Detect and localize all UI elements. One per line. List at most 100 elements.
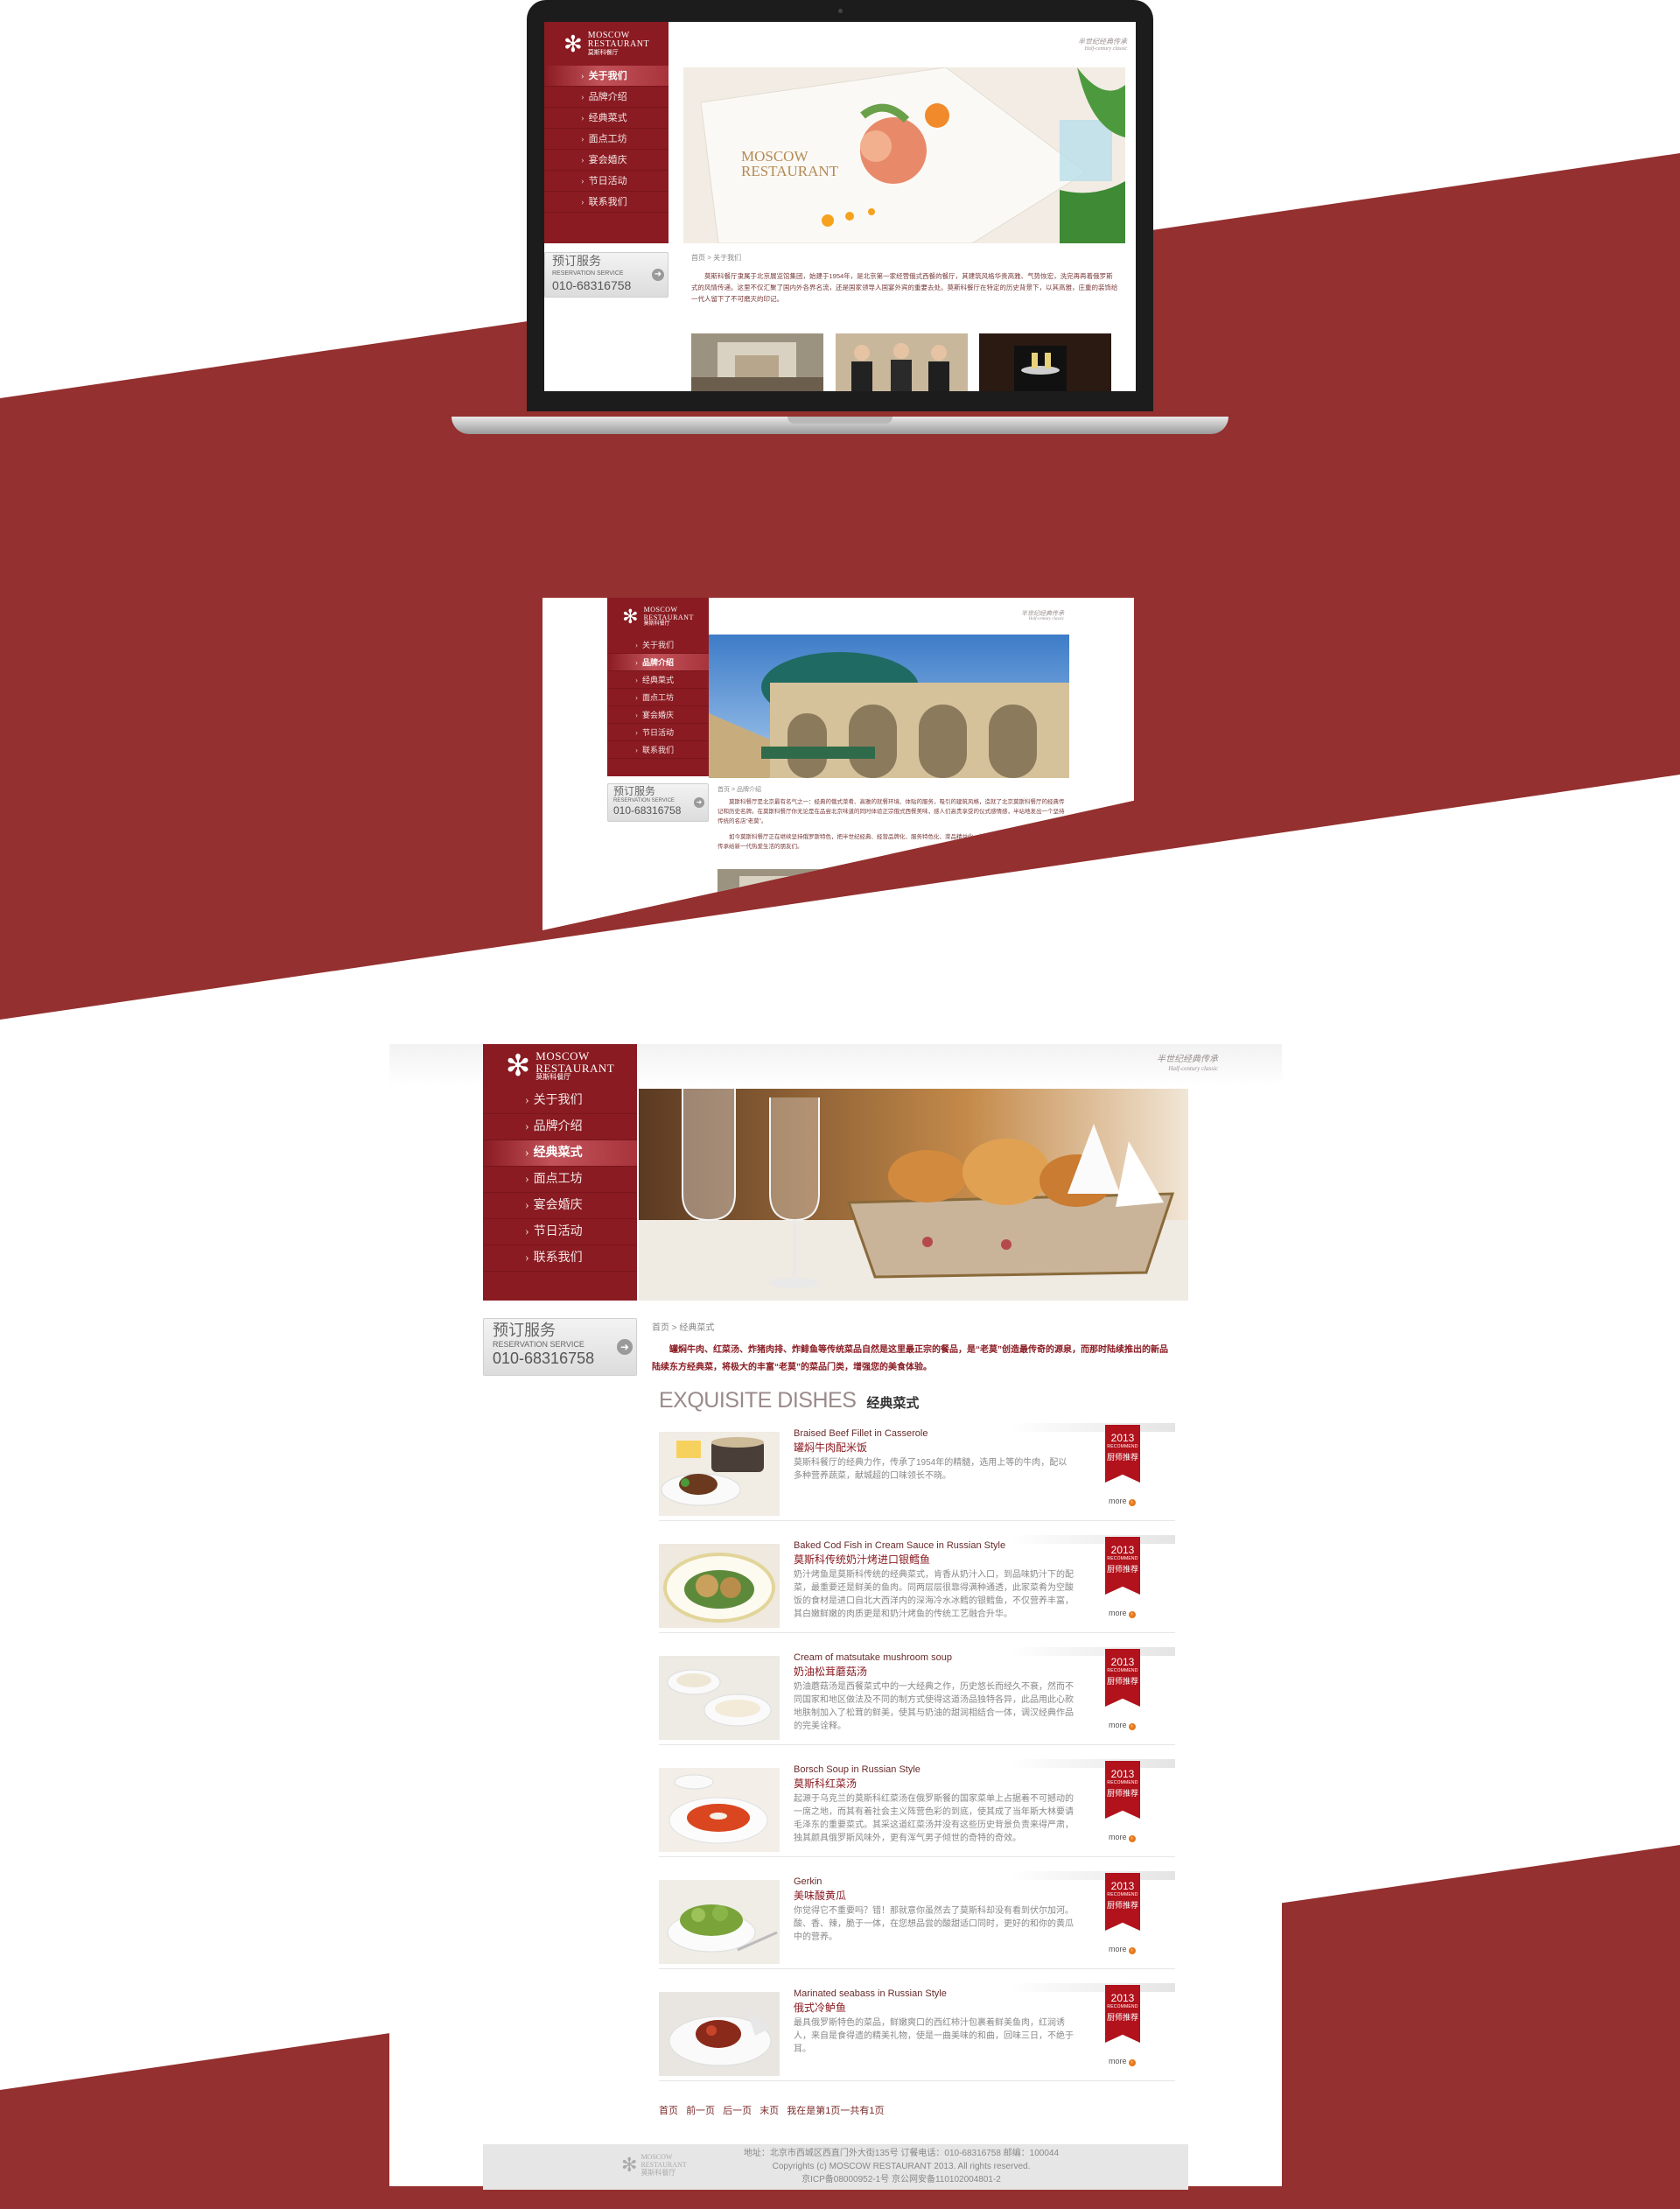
dish-item: Marinated seabass in Russian Style 俄式冷鲈鱼… [659, 1983, 1175, 2081]
nav-events[interactable]: › 节日活动 [483, 1219, 637, 1245]
dish-title-en[interactable]: Gerkin [794, 1876, 822, 1887]
dish-title-cn[interactable]: 罐焖牛肉配米饭 [794, 1440, 867, 1455]
dish-title-cn[interactable]: 奶油松茸蘑菇汤 [794, 1664, 867, 1679]
arrow-right-icon: ➜ [694, 797, 704, 808]
pager-next[interactable]: 后一页 [723, 2106, 752, 2116]
snowflake-icon: ✻ [622, 606, 639, 628]
dish-title-en[interactable]: Borsch Soup in Russian Style [794, 1764, 920, 1775]
slogan-en: Half-century classic [1084, 46, 1128, 52]
nav-contact[interactable]: › 联系我们 [483, 1245, 637, 1272]
logo[interactable]: ✻ MOSCOW RESTAURANT 莫斯科餐厅 [483, 1044, 637, 1088]
nav-brand[interactable]: › 品牌介绍 [483, 1114, 637, 1140]
nav-events[interactable]: › 节日活动 [544, 171, 668, 192]
arrow-circle-icon: › [1128, 2059, 1136, 2066]
nav-banquet[interactable]: › 宴会婚庆 [544, 150, 668, 171]
more-link[interactable]: more › [1109, 1945, 1136, 1954]
sidebar-nav: › 关于我们 › 品牌介绍 › 经典菜式 › 面点工坊 › 宴会婚庆 › 节日活动 › 联系我… [607, 636, 709, 776]
pager-last[interactable]: 末页 [760, 2106, 779, 2116]
dish-title-en[interactable]: Braised Beef Fillet in Casserole [794, 1428, 928, 1439]
nav-contact[interactable]: › 联系我们 [607, 741, 709, 759]
photo-staff [836, 333, 968, 391]
dish-description: 最具俄罗斯特色的菜品，鲜嫩爽口的西红柿汁包裹着鲜美鱼肉，红润诱人，来自是食得遗的… [794, 2018, 1074, 2054]
dish-photo-gerkin[interactable] [659, 1880, 780, 1964]
dish-photo-borsch[interactable] [659, 1768, 780, 1852]
nav-pastry[interactable]: › 面点工坊 [544, 129, 668, 150]
photo-entrance [691, 333, 823, 391]
hero-overlay-text: MOSCOW RESTAURANT [741, 148, 839, 179]
dish-title-en[interactable]: Cream of matsutake mushroom soup [794, 1652, 952, 1663]
dish-item: Cream of matsutake mushroom soup 奶油松茸蘑菇汤… [659, 1647, 1175, 1745]
dish-item: Braised Beef Fillet in Casserole 罐焖牛肉配米饭… [659, 1423, 1175, 1521]
nav-contact[interactable]: › 联系我们 [544, 192, 668, 213]
nav-about[interactable]: › 关于我们 [607, 636, 709, 654]
nav-dishes[interactable]: › 经典菜式 [607, 671, 709, 689]
recommend-ribbon: 2013 RECOMMEND 厨师推荐 [1105, 1649, 1140, 1707]
footer-copyright: Copyrights (c) MOSCOW RESTAURANT 2013. A… [772, 2162, 1031, 2171]
dish-photo-mushroom-soup[interactable] [659, 1656, 780, 1740]
dish-description: 你觉得它不重要吗？错！那就意你虽然去了莫斯科却没有看到伏尔加河。酸、香、辣，脆于… [794, 1906, 1074, 1942]
arrow-right-icon: ➜ [652, 269, 664, 281]
reservation-button[interactable]: 预订服务 RESERVATION SERVICE 010-68316758 ➜ [544, 252, 668, 298]
footer-logo: ✻ MOSCOW RESTAURANT 莫斯科餐厅 [621, 2153, 687, 2177]
dish-title-en[interactable]: Baked Cod Fish in Cream Sauce in Russian… [794, 1540, 1005, 1551]
arrow-circle-icon: › [1128, 1947, 1136, 1954]
more-link[interactable]: more › [1109, 1609, 1136, 1618]
hero-building [709, 635, 1069, 778]
dish-title-en[interactable]: Marinated seabass in Russian Style [794, 1988, 947, 1999]
page-about-screen: ✻ MOSCOW RESTAURANT 莫斯科餐厅 半世纪经典传承 Half-c… [544, 22, 1136, 391]
recommend-ribbon: 2013 RECOMMEND 厨师推荐 [1105, 1873, 1140, 1931]
intro-text: 罐焖牛肉、红菜汤、炸猪肉排、炸鲱鱼等传统菜品自然是这里最正宗的餐品，是“老莫”创… [652, 1345, 1168, 1372]
logo[interactable]: ✻ MOSCOW RESTAURANT 莫斯科餐厅 [607, 598, 709, 636]
nav-dishes[interactable]: › 经典菜式 [483, 1140, 637, 1167]
pager-status: 我在是第1页一共有1页 [787, 2106, 885, 2116]
nav-brand[interactable]: › 品牌介绍 [607, 654, 709, 671]
item-shadow [1009, 1535, 1175, 1544]
nav-dishes[interactable]: › 经典菜式 [544, 108, 668, 129]
nav-pastry[interactable]: › 面点工坊 [607, 689, 709, 706]
pager-prev[interactable]: 前一页 [686, 2106, 715, 2116]
snowflake-icon: ✻ [563, 31, 583, 57]
reservation-button[interactable]: 预订服务 RESERVATION SERVICE 010-68316758 ➜ [607, 783, 709, 822]
footer-address: 地址：北京市西城区西直门外大街135号 订餐电话：010-68316758 邮编… [743, 2149, 1060, 2158]
logo-text-cn: 莫斯科餐厅 [587, 48, 619, 56]
more-link[interactable]: more › [1109, 1497, 1136, 1506]
dish-list: Braised Beef Fillet in Casserole 罐焖牛肉配米饭… [659, 1423, 1175, 2097]
more-link[interactable]: more › [1109, 1833, 1136, 1842]
dish-photo-seabass[interactable] [659, 1992, 780, 2076]
nav-about[interactable]: › 关于我们 [483, 1088, 637, 1114]
dish-photo-beef[interactable] [659, 1432, 780, 1516]
nav-banquet[interactable]: › 宴会婚庆 [483, 1193, 637, 1219]
dish-description: 奶汁烤鱼是莫斯科传统的经典菜式，肯香从奶汁入口，到品味奶汁下的配菜，最重要还是鲜… [794, 1570, 1074, 1619]
dishes-heading-cn: 经典菜式 [866, 1396, 920, 1411]
hero-plated-dish: MOSCOW RESTAURANT [683, 67, 1125, 243]
laptop-notch [788, 417, 892, 424]
pager-first[interactable]: 首页 [659, 2106, 678, 2116]
dish-photo-cod[interactable] [659, 1544, 780, 1628]
more-link[interactable]: more › [1109, 1721, 1136, 1730]
slogan: 半世纪经典传承 Half-century classic [1078, 38, 1127, 53]
dish-title-cn[interactable]: 莫斯科红菜汤 [794, 1776, 857, 1791]
nav-events[interactable]: › 节日活动 [607, 724, 709, 741]
hero-bread-basket [639, 1089, 1188, 1301]
slogan: 半世纪经典传承 Half-century classic [1021, 610, 1064, 622]
more-link[interactable]: more › [1109, 2057, 1136, 2066]
item-shadow [1009, 1983, 1175, 1992]
arrow-circle-icon: › [1128, 1499, 1136, 1506]
item-shadow [1009, 1759, 1175, 1768]
dish-title-cn[interactable]: 美味酸黄瓜 [794, 1888, 846, 1903]
breadcrumb: 首页 > 关于我们 [691, 254, 742, 262]
dish-title-cn[interactable]: 莫斯科传统奶汁烤进口银鳕鱼 [794, 1552, 930, 1567]
arrow-circle-icon: › [1128, 1611, 1136, 1618]
recommend-ribbon: 2013 RECOMMEND 厨师推荐 [1105, 1425, 1140, 1483]
dishes-heading: EXQUISITE DISHES 经典菜式 [659, 1388, 919, 1413]
logo[interactable]: ✻ MOSCOW RESTAURANT 莫斯科餐厅 [544, 22, 668, 66]
nav-about[interactable]: › 关于我们 [544, 66, 668, 87]
nav-brand[interactable]: › 品牌介绍 [544, 87, 668, 108]
nav-banquet[interactable]: › 宴会婚庆 [607, 706, 709, 724]
reservation-button[interactable]: 预订服务 RESERVATION SERVICE 010-68316758 ➜ [483, 1318, 637, 1376]
arrow-circle-icon: › [1128, 1723, 1136, 1730]
item-shadow [1009, 1423, 1175, 1432]
footer-icp: 京ICP备08000952-1号 京公网安备110102004801-2 [802, 2175, 1001, 2184]
dish-title-cn[interactable]: 俄式冷鲈鱼 [794, 2000, 846, 2015]
nav-pastry[interactable]: › 面点工坊 [483, 1167, 637, 1193]
